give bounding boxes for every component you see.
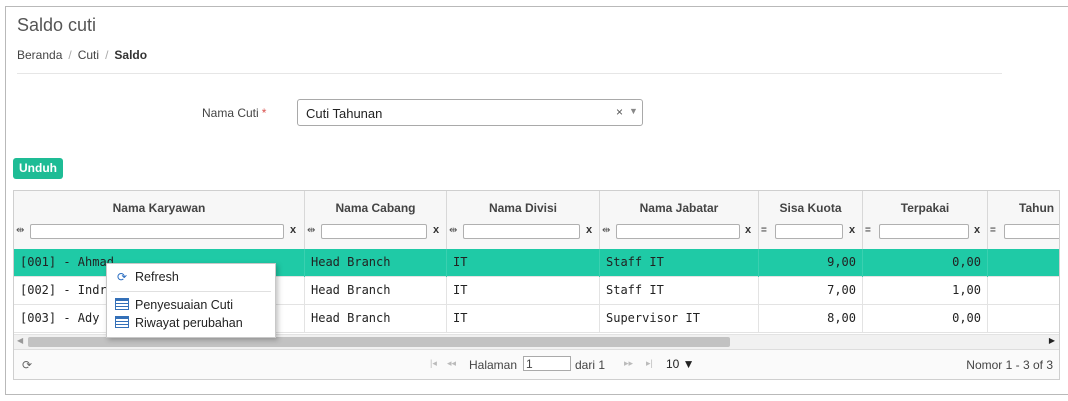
breadcrumb-separator: / [68,48,72,62]
cell-sisa-kuota: 9,00 [759,249,863,277]
scrollbar-thumb[interactable] [28,337,730,347]
prev-page-icon[interactable]: ◂◂ [447,358,456,369]
clear-filter-icon[interactable]: x [433,224,439,236]
column-header-terpakai[interactable]: Terpakai = x [863,191,988,249]
cell-terpakai: 1,00 [863,277,988,305]
filter-icon[interactable]: ⇹ [602,225,610,236]
clear-filter-icon[interactable]: x [974,224,980,236]
context-menu: ⟳ Refresh Penyesuaian Cuti Riwayat peruba… [106,263,276,338]
filter-icon[interactable]: ⇹ [307,225,315,236]
cell-sisa-kuota: 7,00 [759,277,863,305]
menu-separator [111,291,271,292]
cell-terpakai: 0,00 [863,305,988,333]
column-header-nama-divisi[interactable]: Nama Divisi ⇹ x [447,191,600,249]
cell-nama-jabatan: Staff IT [600,277,759,305]
equals-filter-icon[interactable]: = [761,225,767,236]
clear-icon[interactable]: × [616,105,623,119]
cell-sisa-kuota: 8,00 [759,305,863,333]
cell-terpakai: 0,00 [863,249,988,277]
filter-input-terpakai[interactable] [879,224,969,239]
cell-nama-cabang: Head Branch [305,277,447,305]
cell-nama-divisi: IT [447,249,600,277]
required-mark: * [261,106,267,120]
filter-input-nama-cabang[interactable] [321,224,427,239]
page-title: Saldo cuti [17,15,97,35]
scroll-right-icon[interactable]: ▶ [1049,336,1055,345]
equals-filter-icon[interactable]: = [990,225,996,236]
cell-nama-divisi: IT [447,277,600,305]
filter-input-tahun[interactable] [1004,224,1059,239]
page-total: dari 1 [575,358,606,372]
cell-tahun [988,305,1059,333]
first-page-icon[interactable]: |◂ [430,358,437,369]
breadcrumb-cuti[interactable]: Cuti [78,48,99,62]
list-icon [115,298,129,310]
cell-tahun [988,277,1059,305]
filter-input-nama-karyawan[interactable] [30,224,284,239]
equals-filter-icon[interactable]: = [865,225,871,236]
cell-nama-divisi: IT [447,305,600,333]
menu-item-penyesuaian-cuti[interactable]: Penyesuaian Cuti [115,297,233,313]
last-page-icon[interactable]: ▸| [646,358,653,369]
records-info: Nomor 1 - 3 of 3 [966,358,1053,372]
filter-icon[interactable]: ⇹ [16,225,24,236]
filter-input-nama-divisi[interactable] [463,224,580,239]
cell-tahun [988,249,1059,277]
refresh-icon[interactable]: ⟳ [22,358,32,372]
nama-cuti-select[interactable]: Cuti Tahunan × ▼ [297,99,643,126]
clear-filter-icon[interactable]: x [290,224,296,236]
breadcrumb: Beranda / Cuti / Saldo [17,48,147,62]
download-button[interactable]: Unduh [13,158,63,179]
column-header-nama-jabatan[interactable]: Nama Jabatar ⇹ x [600,191,759,249]
breadcrumb-current: Saldo [114,48,148,62]
column-header-tahun[interactable]: Tahun = [988,191,1059,249]
filter-input-nama-jabatan[interactable] [616,224,740,239]
nama-cuti-label: Nama Cuti * [202,106,267,120]
page-label: Halaman [469,358,518,372]
page-size-select[interactable]: 10 ▼ [666,357,695,371]
cell-nama-cabang: Head Branch [305,249,447,277]
grid-header: Nama Karyawan ⇹ x Nama Cabang ⇹ x Nama D… [14,191,1059,250]
clear-filter-icon[interactable]: x [849,224,855,236]
divider [17,73,1002,74]
scroll-left-icon[interactable]: ◀ [17,336,23,345]
list-icon [115,316,129,328]
refresh-icon: ⟳ [116,270,128,284]
next-page-icon[interactable]: ▸▸ [624,358,633,369]
page-input[interactable]: 1 [523,356,571,371]
clear-filter-icon[interactable]: x [586,224,592,236]
chevron-down-icon[interactable]: ▼ [629,106,638,116]
filter-icon[interactable]: ⇹ [449,225,457,236]
menu-item-refresh[interactable]: ⟳ Refresh [115,269,179,285]
filter-input-sisa-kuota[interactable] [775,224,843,239]
pager: ⟳ |◂ ◂◂ Halaman 1 dari 1 ▸▸ ▸| 10 ▼ Nomo… [14,349,1059,379]
column-header-sisa-kuota[interactable]: Sisa Kuota = x [759,191,863,249]
column-header-nama-karyawan[interactable]: Nama Karyawan ⇹ x [14,191,305,249]
menu-item-riwayat-perubahan[interactable]: Riwayat perubahan [115,315,243,331]
cell-nama-jabatan: Staff IT [600,249,759,277]
nama-cuti-value: Cuti Tahunan [306,106,383,121]
breadcrumb-separator: / [105,48,109,62]
cell-nama-jabatan: Supervisor IT [600,305,759,333]
breadcrumb-home[interactable]: Beranda [17,48,62,62]
clear-filter-icon[interactable]: x [745,224,751,236]
column-header-nama-cabang[interactable]: Nama Cabang ⇹ x [305,191,447,249]
cell-nama-cabang: Head Branch [305,305,447,333]
